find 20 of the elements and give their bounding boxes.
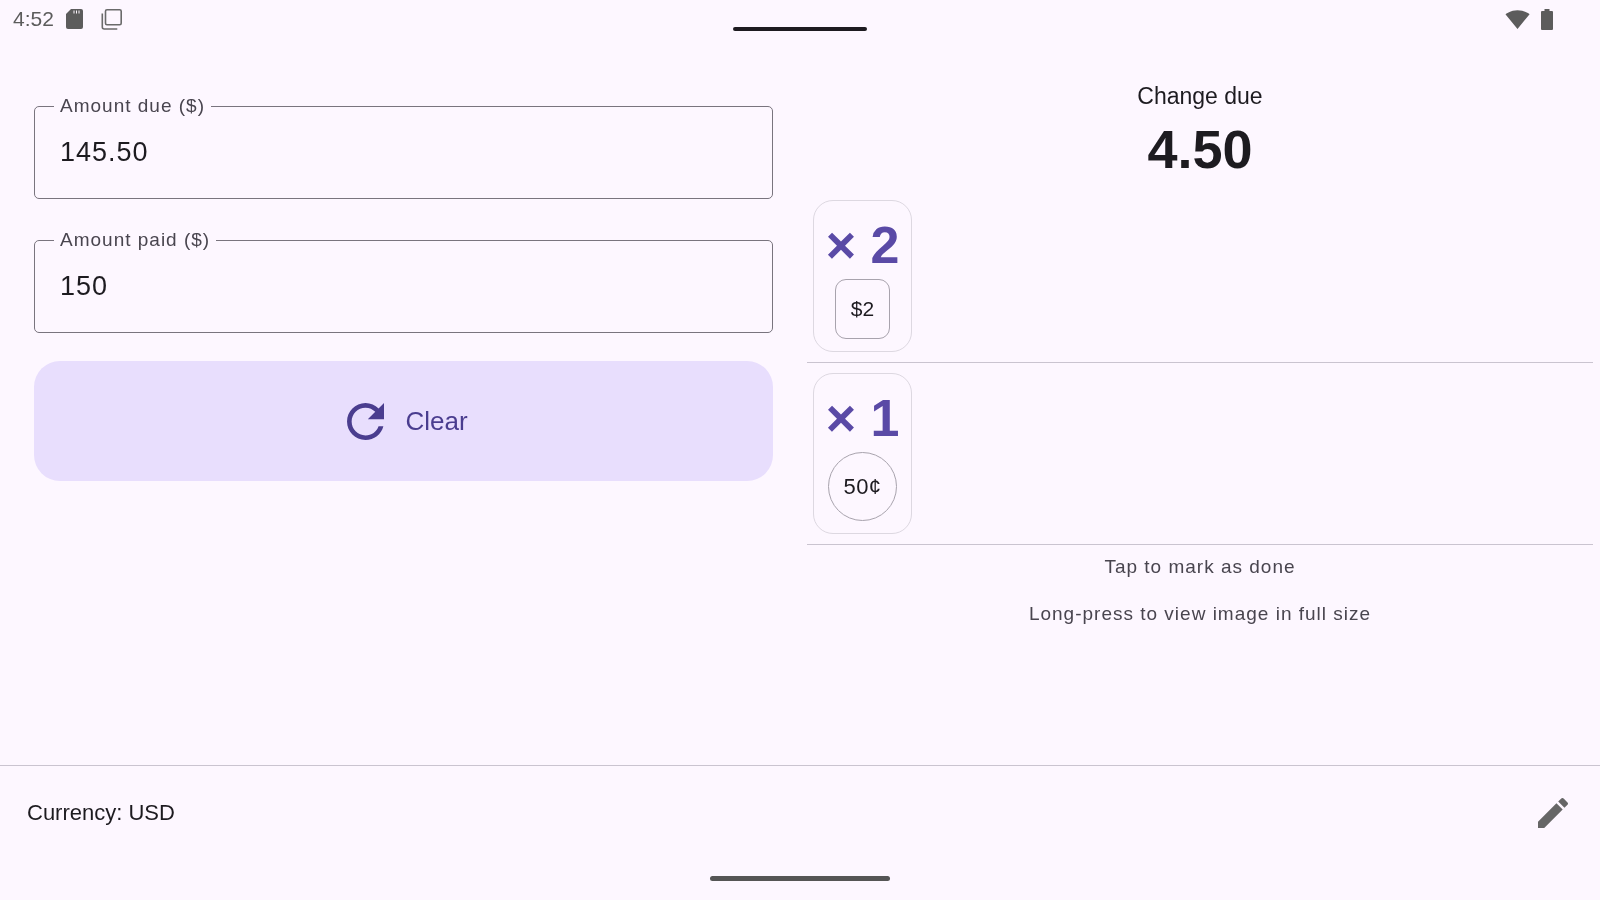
clear-button[interactable]: Clear [34, 361, 773, 481]
sd-card-icon [65, 9, 83, 29]
pencil-icon[interactable] [1538, 798, 1568, 828]
currency-label: Currency: USD [27, 800, 175, 826]
change-amount: 4.50 [1147, 118, 1253, 181]
home-gesture-bar[interactable] [710, 876, 890, 881]
drag-handle[interactable] [733, 27, 867, 31]
multiplier-count: × 2 [825, 219, 900, 271]
battery-icon [1541, 8, 1553, 30]
hint-text: Tap to mark as done [1104, 555, 1296, 579]
stacked-squares-icon [99, 8, 122, 30]
multiplier-count: × 1 [825, 392, 900, 444]
banknote: $2 [835, 279, 890, 339]
wifi-icon [1505, 9, 1530, 29]
hint-text: Long-press to view image in full size [1028, 602, 1372, 626]
refresh-icon [347, 402, 385, 440]
change-label: Change due [1137, 83, 1263, 109]
denomination-card[interactable]: × 2 $2 [813, 200, 912, 352]
denomination-card[interactable]: × 1 50¢ [813, 373, 912, 534]
status-time: 4:52 [13, 7, 54, 31]
